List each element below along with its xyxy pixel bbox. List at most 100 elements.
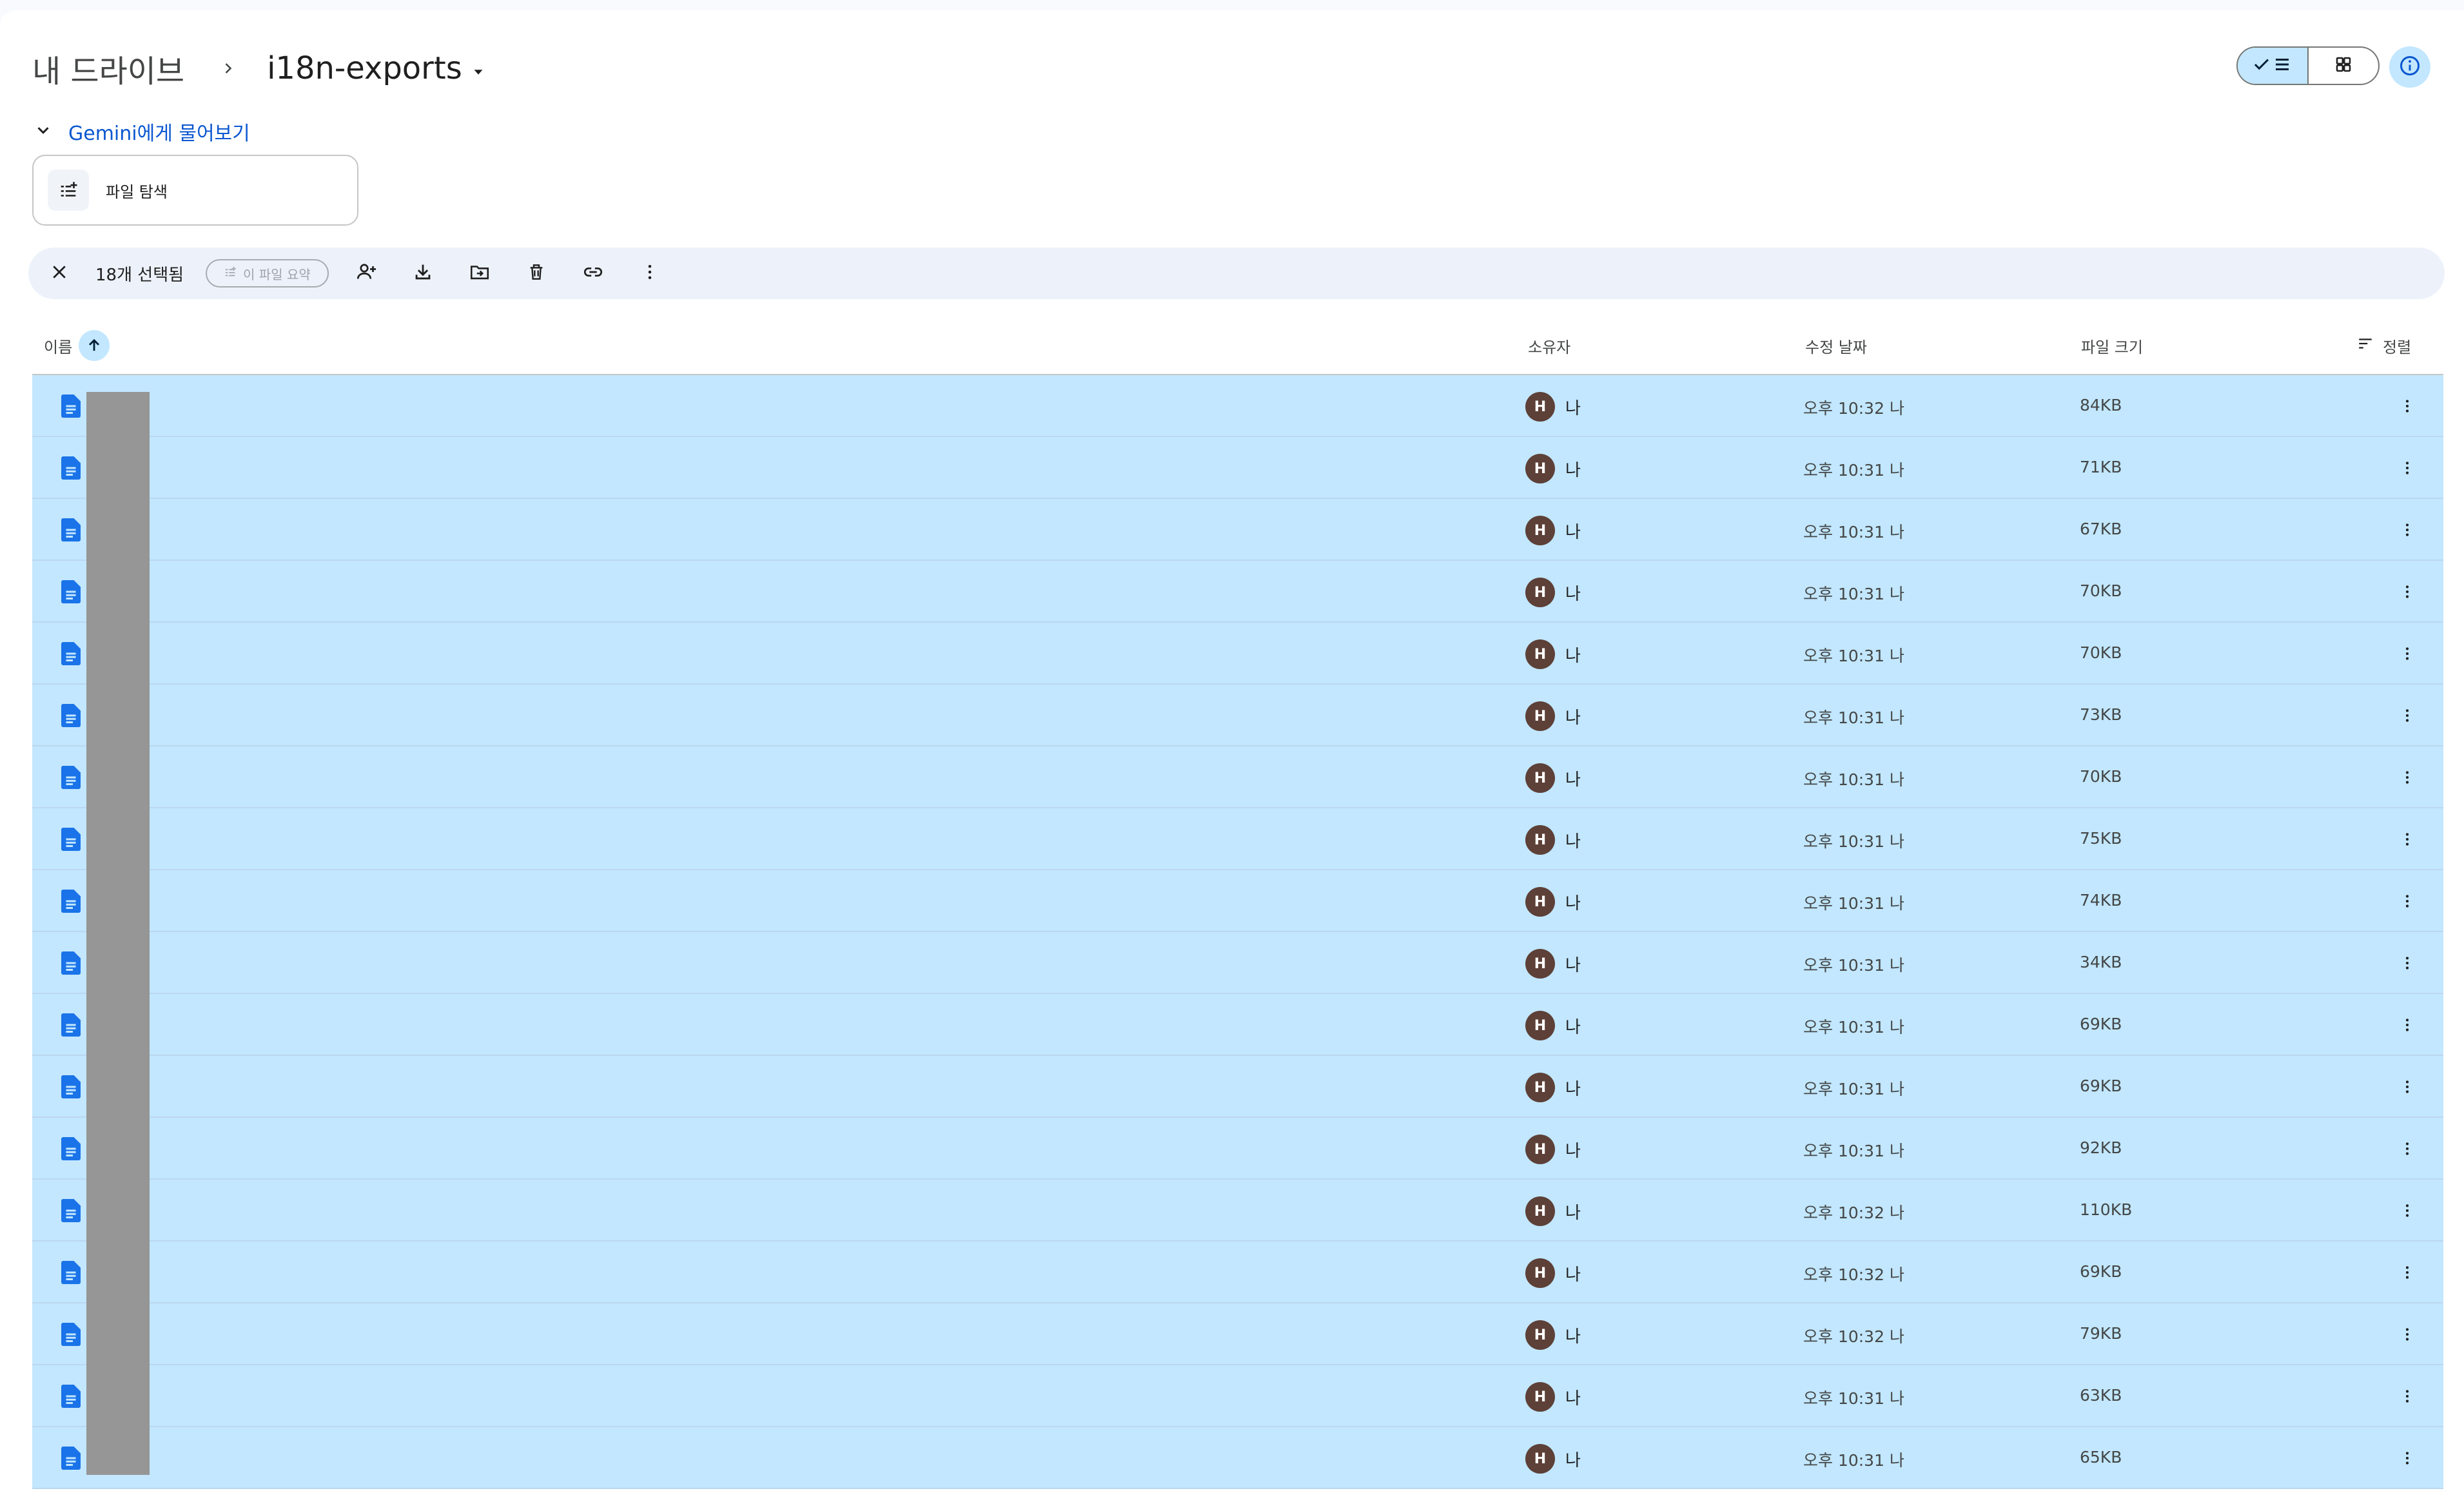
column-modified[interactable]: 수정 날짜 xyxy=(1805,325,1867,366)
file-size: 34KB xyxy=(2080,953,2122,971)
file-row[interactable]: nH나오후 10:31 나75KB xyxy=(32,808,2443,870)
document-icon xyxy=(61,766,81,789)
file-size: 67KB xyxy=(2080,520,2122,538)
avatar: H xyxy=(1525,454,1555,483)
file-size: 65KB xyxy=(2080,1448,2122,1467)
sort-ascending-icon[interactable] xyxy=(79,330,110,361)
file-row[interactable]: nH나오후 10:31 나73KB xyxy=(32,685,2443,746)
file-row[interactable]: .jsonH나오후 10:31 나65KB xyxy=(32,1427,2443,1489)
file-row[interactable]: nH나오후 10:31 나70KB xyxy=(32,746,2443,808)
row-more-button[interactable] xyxy=(2392,762,2423,793)
row-more-button[interactable] xyxy=(2392,638,2423,669)
row-more-button[interactable] xyxy=(2392,1071,2423,1102)
row-more-button[interactable] xyxy=(2392,453,2423,483)
row-more-button[interactable] xyxy=(2392,1009,2423,1040)
file-row[interactable]: .jsonH나오후 10:31 나70KB xyxy=(32,561,2443,623)
owner-name: 나 xyxy=(1565,646,1581,666)
row-more-button[interactable] xyxy=(2392,1195,2423,1226)
gemini-ask-toggle[interactable]: Gemini에게 물어보기 xyxy=(34,117,250,146)
more-vert-icon xyxy=(2405,1452,2409,1465)
details-button[interactable] xyxy=(2389,46,2430,88)
summarize-file-button[interactable]: 이 파일 요약 xyxy=(206,259,329,288)
file-row[interactable]: onH나오후 10:31 나74KB xyxy=(32,870,2443,932)
file-row[interactable]: onH나오후 10:31 나92KB xyxy=(32,1118,2443,1180)
owner-cell: H나 xyxy=(1525,578,1581,607)
download-button[interactable] xyxy=(404,254,442,293)
row-more-button[interactable] xyxy=(2392,391,2423,422)
file-row[interactable]: x.jsonH나오후 10:31 나70KB xyxy=(32,623,2443,685)
redacted-region xyxy=(86,392,150,1475)
more-vert-icon xyxy=(2405,523,2409,536)
file-size: 92KB xyxy=(2080,1138,2122,1157)
clear-selection-button[interactable] xyxy=(40,254,79,293)
file-row[interactable]: onH나오후 10:31 나71KB xyxy=(32,437,2443,499)
summarize-label: 이 파일 요약 xyxy=(243,266,311,282)
file-row[interactable]: nH나오후 10:32 나84KB xyxy=(32,375,2443,437)
explore-files-chip[interactable]: 파일 탐색 xyxy=(32,155,358,226)
avatar: H xyxy=(1525,1196,1555,1226)
move-button[interactable] xyxy=(460,254,499,293)
modified-date: 오후 10:31 나 xyxy=(1803,1080,1904,1098)
modified-date: 오후 10:31 나 xyxy=(1803,585,1904,603)
owner-name: 나 xyxy=(1565,1079,1581,1099)
owner-cell: H나 xyxy=(1525,1011,1581,1040)
file-size: 84KB xyxy=(2080,396,2122,414)
file-size: 69KB xyxy=(2080,1015,2122,1033)
share-button[interactable] xyxy=(347,254,386,293)
sort-button[interactable]: 정렬 xyxy=(2356,325,2411,366)
row-more-button[interactable] xyxy=(2392,1443,2423,1474)
modified-date: 오후 10:31 나 xyxy=(1803,894,1904,913)
column-owner[interactable]: 소유자 xyxy=(1528,325,1570,366)
more-vert-icon xyxy=(2405,585,2409,598)
modified-date: 오후 10:31 나 xyxy=(1803,523,1904,541)
modified-date: 오후 10:31 나 xyxy=(1803,1142,1904,1160)
owner-cell: H나 xyxy=(1525,454,1581,483)
row-more-button[interactable] xyxy=(2392,576,2423,607)
column-name-label: 이름 xyxy=(44,338,73,356)
column-name[interactable]: 이름 xyxy=(44,325,110,366)
file-list: nH나오후 10:32 나84KBonH나오후 10:31 나71KBonH나오… xyxy=(32,375,2443,1489)
row-more-button[interactable] xyxy=(2392,948,2423,979)
file-row[interactable]: nH나오후 10:31 나69KB xyxy=(32,994,2443,1056)
modified-date: 오후 10:32 나 xyxy=(1803,1265,1904,1284)
list-view-button[interactable] xyxy=(2238,48,2309,84)
breadcrumb-my-drive[interactable]: 내 드라이브 xyxy=(32,46,184,91)
more-actions-button[interactable] xyxy=(631,254,669,293)
document-icon xyxy=(61,890,81,913)
modified-date: 오후 10:32 나 xyxy=(1803,399,1904,418)
more-vert-icon xyxy=(2405,1142,2409,1155)
checkmark-icon xyxy=(2252,55,2271,77)
grid-view-button[interactable] xyxy=(2309,48,2378,84)
row-more-button[interactable] xyxy=(2392,700,2423,731)
row-more-button[interactable] xyxy=(2392,1257,2423,1288)
modified-date: 오후 10:31 나 xyxy=(1803,461,1904,480)
breadcrumb-current-folder[interactable]: i18n-exports xyxy=(267,50,485,86)
file-row[interactable]: nH나오후 10:32 나69KB xyxy=(32,1242,2443,1303)
caret-down-icon xyxy=(471,50,485,86)
file-row[interactable]: nH나오후 10:32 나79KB xyxy=(32,1303,2443,1365)
delete-button[interactable] xyxy=(517,254,556,293)
avatar: H xyxy=(1525,1135,1555,1164)
avatar: H xyxy=(1525,1073,1555,1102)
file-row[interactable]: .jsonH나오후 10:31 나69KB xyxy=(32,1056,2443,1118)
row-more-button[interactable] xyxy=(2392,514,2423,545)
row-more-button[interactable] xyxy=(2392,886,2423,917)
document-icon xyxy=(61,395,81,418)
file-row[interactable]: onH나오후 10:32 나110KB xyxy=(32,1180,2443,1242)
file-row[interactable]: .jsonH나오후 10:31 나63KB xyxy=(32,1365,2443,1427)
column-size[interactable]: 파일 크기 xyxy=(2081,325,2143,366)
drive-main-panel: 내 드라이브 i18n-exports Gemini에게 물어보기 파일 탐색 … xyxy=(0,10,2464,1511)
owner-name: 나 xyxy=(1565,832,1581,852)
owner-cell: H나 xyxy=(1525,516,1581,545)
copy-link-button[interactable] xyxy=(574,254,612,293)
document-icon xyxy=(61,518,81,541)
file-row[interactable]: .jsonH나오후 10:31 나34KB xyxy=(32,932,2443,994)
avatar: H xyxy=(1525,392,1555,422)
owner-cell: H나 xyxy=(1525,639,1581,669)
row-more-button[interactable] xyxy=(2392,824,2423,855)
row-more-button[interactable] xyxy=(2392,1133,2423,1164)
row-more-button[interactable] xyxy=(2392,1319,2423,1350)
file-row[interactable]: onH나오후 10:31 나67KB xyxy=(32,499,2443,561)
owner-name: 나 xyxy=(1565,708,1581,728)
row-more-button[interactable] xyxy=(2392,1381,2423,1412)
